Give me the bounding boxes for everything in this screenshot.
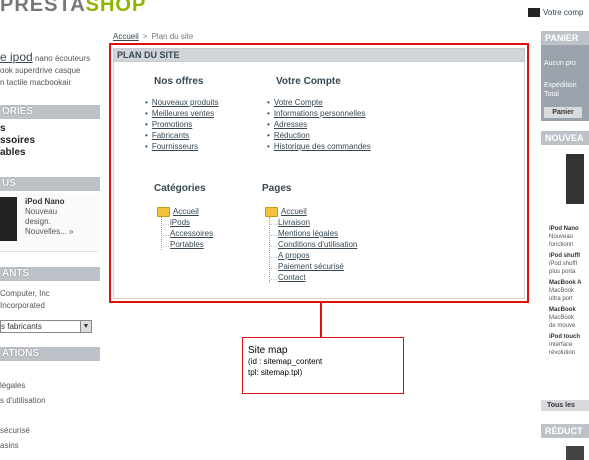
ipod-thumbnail[interactable] [0, 197, 17, 241]
account-link[interactable]: Votre comp [528, 8, 584, 18]
new-product-name[interactable]: MacBook [549, 306, 589, 314]
news-product-text: iPod Nano Nouveau design. Nouvelles... » [25, 197, 73, 237]
annotation-callout: Site map (id : sitemap_content tpl: site… [242, 337, 404, 394]
category-item[interactable]: ssoires [0, 135, 35, 147]
cart-total-label: Total [544, 91, 559, 98]
manufacturers-block-header: ANTS [0, 267, 100, 281]
prestashop-logo[interactable]: PRESTASHOP [0, 0, 146, 17]
new-product-desc: plus porta [549, 269, 576, 275]
cart-block: Aucun pro Expédition Total Panier [541, 45, 589, 121]
news-block-header: US [0, 177, 100, 191]
cart-shipping-label: Expédition [544, 82, 577, 89]
manufacturer-item[interactable]: Incorporated [0, 300, 50, 312]
tag-line1[interactable]: nano écouteurs [35, 54, 90, 63]
new-product-desc: MacBook [549, 315, 575, 321]
manufacturer-item[interactable]: Computer, Inc [0, 288, 50, 300]
categories-list: s ssoires ables [0, 123, 35, 159]
dropdown-arrow-icon[interactable]: ▼ [80, 321, 91, 332]
callout-title: Site map [248, 345, 288, 356]
tag-ipod[interactable]: e ipod [0, 50, 33, 64]
new-product-thumbnail[interactable] [566, 154, 584, 204]
info-link[interactable]: sécurisé [0, 423, 46, 438]
news-more-link[interactable]: Nouvelles... » [25, 227, 73, 236]
new-products-header: NOUVEA [541, 131, 589, 145]
category-item[interactable]: s [0, 123, 35, 135]
info-title: ATIONS [2, 348, 40, 359]
news-product-desc: design. [25, 217, 51, 226]
new-product-name[interactable]: MacBook A [549, 279, 589, 287]
info-link[interactable]: légales [0, 378, 46, 393]
new-product-desc: Nouveau [549, 234, 574, 240]
new-product-desc: ultra port [549, 296, 573, 302]
tag-line2[interactable]: ook superdrive casque [0, 65, 98, 77]
tag-line3[interactable]: n tactile macbookair [0, 77, 98, 89]
news-product[interactable]: iPod Nano Nouveau design. Nouvelles... » [0, 193, 98, 252]
all-new-products-button[interactable]: Tous les [541, 400, 589, 411]
callout-id: (id : sitemap_content [248, 357, 323, 366]
new-product-desc: Interface [549, 342, 573, 348]
tag-cloud: e ipod nano écouteurs ook superdrive cas… [0, 51, 98, 89]
info-link[interactable] [0, 408, 46, 423]
breadcrumb-home[interactable]: Accueil [113, 32, 139, 41]
breadcrumb: Accueil > Plan du site [113, 32, 193, 41]
info-link[interactable]: asins [0, 438, 46, 453]
annotation-connector [320, 303, 322, 337]
categories-title: ORIES [2, 106, 34, 117]
user-icon [528, 8, 540, 18]
logo-text-presta: PRESTA [0, 0, 86, 16]
new-product-desc: révolution [549, 350, 576, 356]
new-product-name[interactable]: iPod Nano [549, 225, 589, 233]
annotation-highlight-box [109, 43, 529, 303]
cart-block-header: PANIER [541, 31, 589, 45]
new-products-list: iPod Nano Nouveau fonctionn iPod shuffl … [549, 222, 589, 357]
new-product-name[interactable]: iPod touch [549, 333, 589, 341]
manufacturers-list: Computer, Inc Incorporated [0, 288, 50, 312]
new-product-name[interactable]: iPod shuffl [549, 252, 589, 260]
news-product-desc: Nouveau [25, 207, 58, 216]
reductions-header: RÉDUCT [541, 424, 589, 438]
manufacturers-select-value: s fabricants [1, 322, 42, 331]
manufacturers-title: ANTS [2, 268, 30, 279]
breadcrumb-current: Plan du site [151, 32, 194, 41]
manufacturers-select[interactable]: s fabricants ▼ [0, 320, 92, 333]
new-product-desc: fonctionn [549, 242, 574, 248]
new-product-desc: iPod shuffl [549, 261, 577, 267]
info-block-header: ATIONS [0, 347, 100, 361]
news-product-name[interactable]: iPod Nano [25, 197, 65, 206]
cart-button[interactable]: Panier [544, 107, 582, 118]
category-item[interactable]: ables [0, 147, 35, 159]
callout-tpl: tpl: sitemap.tpl) [248, 368, 303, 377]
categories-block-header: ORIES [0, 105, 100, 119]
account-link-label: Votre comp [543, 8, 584, 17]
news-title: US [2, 178, 16, 189]
logo-text-shop: SHOP [85, 0, 147, 16]
breadcrumb-separator: > [142, 32, 148, 41]
info-list: légales s d'utilisation sécurisé asins [0, 378, 46, 453]
cart-empty-text: Aucun pro [544, 60, 576, 67]
info-link[interactable]: s d'utilisation [0, 393, 46, 408]
new-product-desc: MacBook [549, 288, 575, 294]
new-product-desc: de mouve [549, 323, 576, 329]
